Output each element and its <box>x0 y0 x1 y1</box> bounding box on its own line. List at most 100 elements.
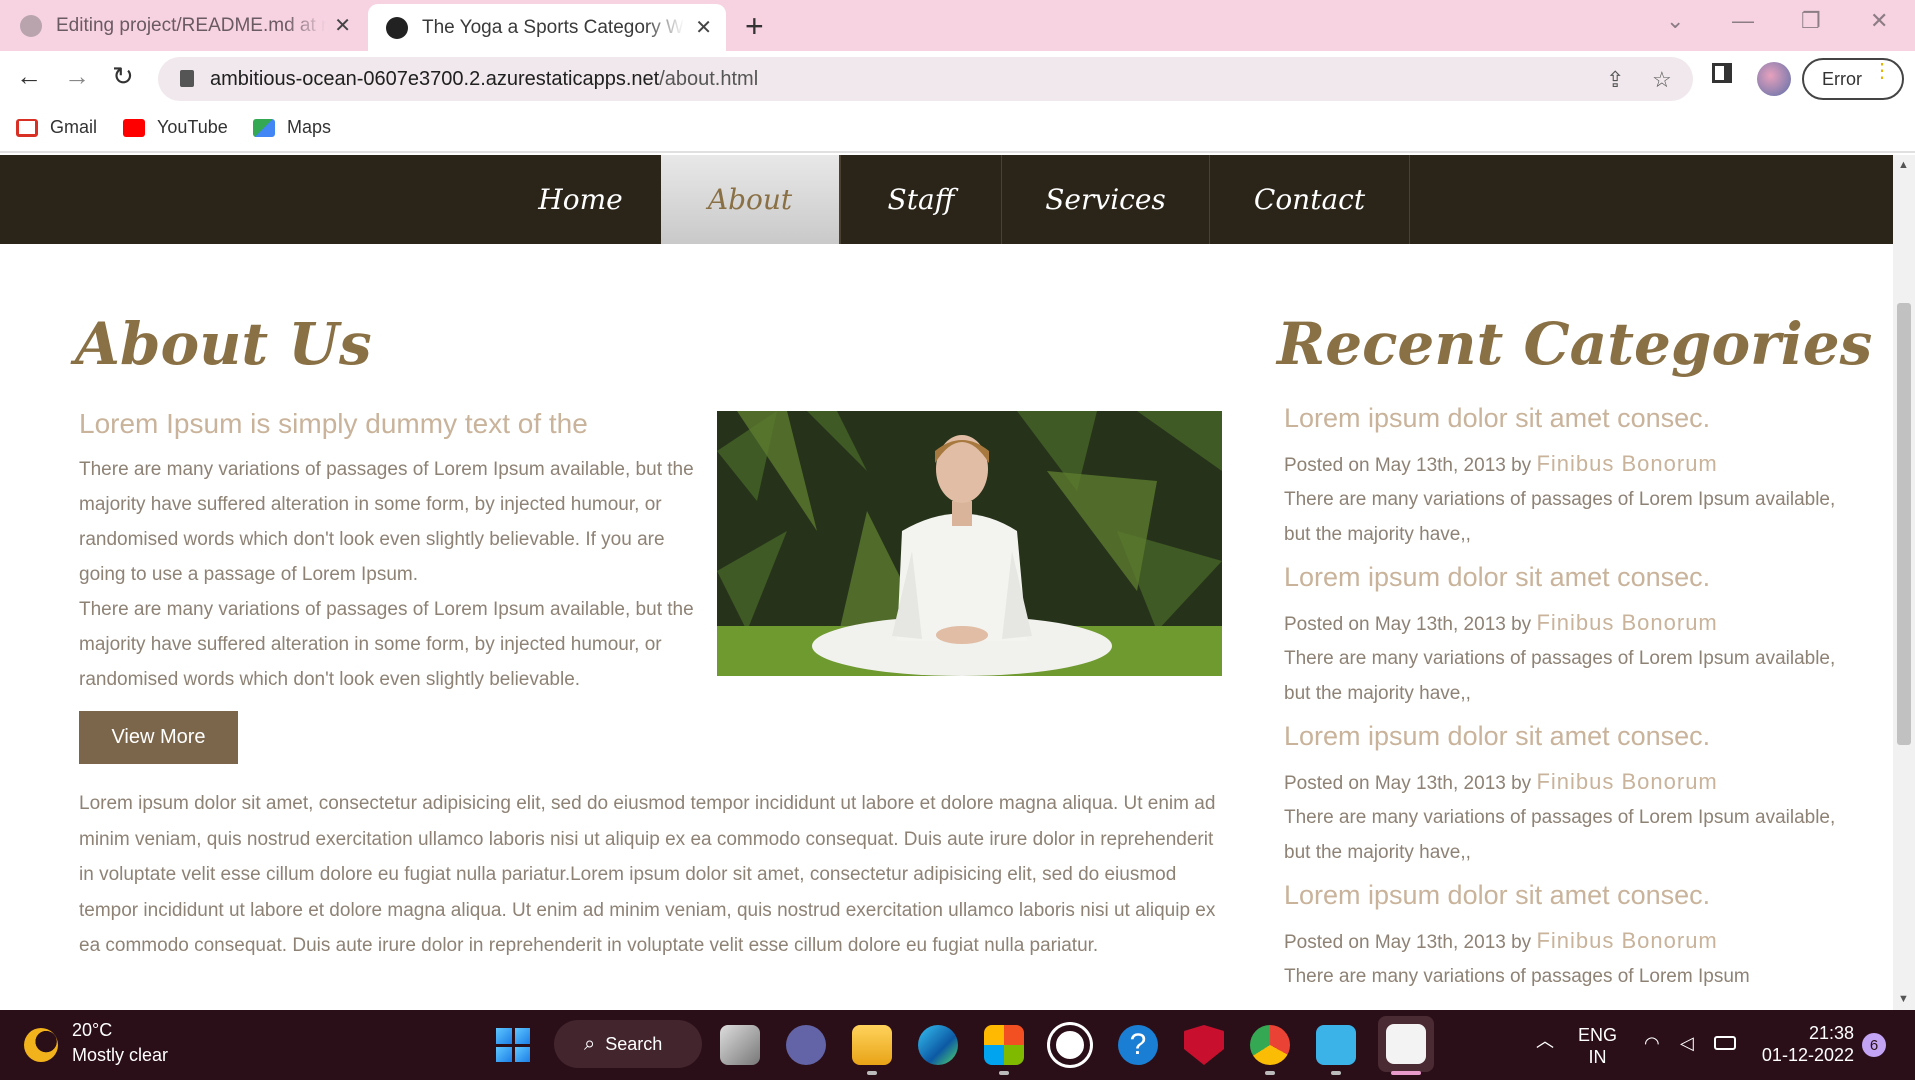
view-more-button[interactable]: View More <box>79 711 238 764</box>
category-item: Lorem ipsum dolor sit amet consec. Poste… <box>1284 718 1844 870</box>
clock-time: 21:38 <box>1808 1023 1854 1043</box>
chrome-icon[interactable] <box>1250 1025 1290 1065</box>
active-indicator <box>1391 1071 1421 1075</box>
scrollbar-thumb[interactable] <box>1897 303 1911 745</box>
category-title[interactable]: Lorem ipsum dolor sit amet consec. <box>1284 400 1844 446</box>
start-button[interactable] <box>496 1028 530 1062</box>
category-author[interactable]: Finibus Bonorum <box>1536 928 1717 953</box>
teams-icon[interactable] <box>786 1025 826 1065</box>
share-icon[interactable]: ⇪ <box>1606 67 1624 93</box>
help-icon[interactable]: ? <box>1118 1025 1158 1065</box>
category-item: Lorem ipsum dolor sit amet consec. Poste… <box>1284 559 1844 711</box>
search-label: Search <box>605 1033 663 1054</box>
store-icon[interactable] <box>984 1025 1024 1065</box>
bookmark-youtube[interactable]: YouTube <box>123 117 228 138</box>
battery-icon[interactable] <box>1714 1036 1736 1050</box>
notification-badge[interactable]: 6 <box>1862 1033 1886 1057</box>
about-subheading: Lorem Ipsum is simply dummy text of the <box>79 408 588 439</box>
browser-toolbar: ← → ↻ ambitious-ocean-0607e3700.2.azures… <box>0 51 1915 107</box>
address-bar[interactable]: ambitious-ocean-0607e3700.2.azurestatica… <box>158 57 1693 101</box>
running-indicator <box>999 1071 1009 1075</box>
tab-yoga-site[interactable]: The Yoga a Sports Category Web ✕ <box>368 4 726 51</box>
bookmark-label: Gmail <box>50 117 98 137</box>
scroll-up-icon[interactable]: ▲ <box>1898 159 1909 171</box>
weather-temperature[interactable]: 20°C <box>72 1020 112 1041</box>
profile-avatar[interactable] <box>1757 62 1791 96</box>
tab-search-icon[interactable]: ⌄ <box>1666 8 1684 34</box>
tab-github-readme[interactable]: Editing project/README.md at m ✕ <box>20 0 365 51</box>
yoga-photo-art <box>717 411 1222 676</box>
nav-home[interactable]: Home <box>500 155 661 244</box>
volume-icon[interactable]: ◁ <box>1680 1032 1694 1054</box>
side-panel-icon[interactable] <box>1712 63 1732 83</box>
file-explorer-icon[interactable] <box>852 1025 892 1065</box>
edge-icon[interactable] <box>918 1025 958 1065</box>
category-title[interactable]: Lorem ipsum dolor sit amet consec. <box>1284 877 1844 923</box>
category-author[interactable]: Finibus Bonorum <box>1536 610 1717 635</box>
gmail-icon <box>16 118 38 137</box>
running-indicator <box>1331 1071 1341 1075</box>
bookmark-gmail[interactable]: Gmail <box>16 117 97 138</box>
category-posted: Posted on May 13th, 2013 by Finibus Bono… <box>1284 451 1718 476</box>
bookmark-star-icon[interactable]: ☆ <box>1652 67 1672 93</box>
taskbar-search[interactable]: ⌕ Search <box>554 1020 702 1068</box>
bookmarks-bar: Gmail YouTube Maps <box>0 107 1915 153</box>
notepad-icon[interactable] <box>1316 1025 1356 1065</box>
category-author[interactable]: Finibus Bonorum <box>1536 451 1717 476</box>
task-view-icon[interactable] <box>720 1025 760 1065</box>
new-tab-button[interactable]: + <box>745 8 764 45</box>
site-nav: Home About Staff Services Contact <box>0 155 1893 244</box>
language-indicator[interactable]: ENG IN <box>1578 1024 1617 1068</box>
clock[interactable]: 21:38 01-12-2022 <box>1760 1022 1854 1066</box>
app-circle-icon[interactable] <box>1050 1025 1090 1065</box>
category-excerpt: There are many variations of passages of… <box>1284 807 1836 863</box>
category-posted: Posted on May 13th, 2013 by Finibus Bono… <box>1284 610 1718 635</box>
scroll-down-icon[interactable]: ▼ <box>1898 993 1909 1005</box>
lorem-paragraph: Lorem ipsum dolor sit amet, consectetur … <box>79 793 1216 956</box>
nav-about[interactable]: About <box>661 155 840 244</box>
language-code: ENG <box>1578 1025 1618 1045</box>
web-page: Home About Staff Services Contact About … <box>0 155 1893 1010</box>
recent-categories-title: Recent Categories <box>1277 310 1873 378</box>
tab-title: The Yoga a Sports Category Web <box>422 16 684 38</box>
nav-staff[interactable]: Staff <box>840 155 1002 244</box>
tray-chevron-icon[interactable]: ︿ <box>1536 1030 1554 1052</box>
search-icon: ⌕ <box>584 1032 596 1055</box>
mcafee-icon[interactable] <box>1184 1025 1224 1065</box>
close-window-button[interactable]: ✕ <box>1870 8 1888 34</box>
close-tab-icon[interactable]: ✕ <box>334 13 351 38</box>
running-indicator <box>1265 1071 1275 1075</box>
tab-title: Editing project/README.md at m <box>56 14 326 36</box>
bookmark-label: YouTube <box>157 117 228 137</box>
maps-icon <box>253 118 275 137</box>
globe-icon <box>386 16 408 39</box>
url-text: ambitious-ocean-0607e3700.2.azurestatica… <box>210 68 759 90</box>
forward-button[interactable]: → <box>64 61 90 92</box>
category-title[interactable]: Lorem ipsum dolor sit amet consec. <box>1284 559 1844 605</box>
youtube-icon <box>123 118 145 137</box>
weather-moon-icon[interactable] <box>24 1028 58 1062</box>
category-author[interactable]: Finibus Bonorum <box>1536 769 1717 794</box>
maximize-button[interactable]: ❐ <box>1801 8 1821 34</box>
nav-services[interactable]: Services <box>1002 155 1210 244</box>
back-button[interactable]: ← <box>16 61 42 92</box>
tab-strip: Editing project/README.md at m ✕ The Yog… <box>0 0 1915 51</box>
region-code: IN <box>1588 1047 1607 1067</box>
minimize-button[interactable]: — <box>1732 8 1754 34</box>
category-title[interactable]: Lorem ipsum dolor sit amet consec. <box>1284 718 1844 764</box>
category-excerpt: There are many variations of passages of… <box>1284 648 1836 704</box>
page-scrollbar[interactable]: ▲ ▼ <box>1893 155 1915 1010</box>
error-button[interactable]: Error ⋮ <box>1802 58 1904 100</box>
nav-contact[interactable]: Contact <box>1210 155 1410 244</box>
running-indicator <box>867 1071 877 1075</box>
weather-condition[interactable]: Mostly clear <box>72 1045 168 1066</box>
wifi-icon[interactable]: ◠ <box>1644 1032 1660 1054</box>
category-excerpt: There are many variations of passages of… <box>1284 966 1750 987</box>
category-posted: Posted on May 13th, 2013 by Finibus Bono… <box>1284 769 1718 794</box>
category-posted: Posted on May 13th, 2013 by Finibus Bono… <box>1284 928 1718 953</box>
about-paragraph-2: There are many variations of passages of… <box>79 599 694 690</box>
bookmark-maps[interactable]: Maps <box>253 117 331 138</box>
lock-icon <box>180 70 194 87</box>
reload-button[interactable]: ↻ <box>112 61 134 92</box>
close-tab-icon[interactable]: ✕ <box>695 15 712 40</box>
